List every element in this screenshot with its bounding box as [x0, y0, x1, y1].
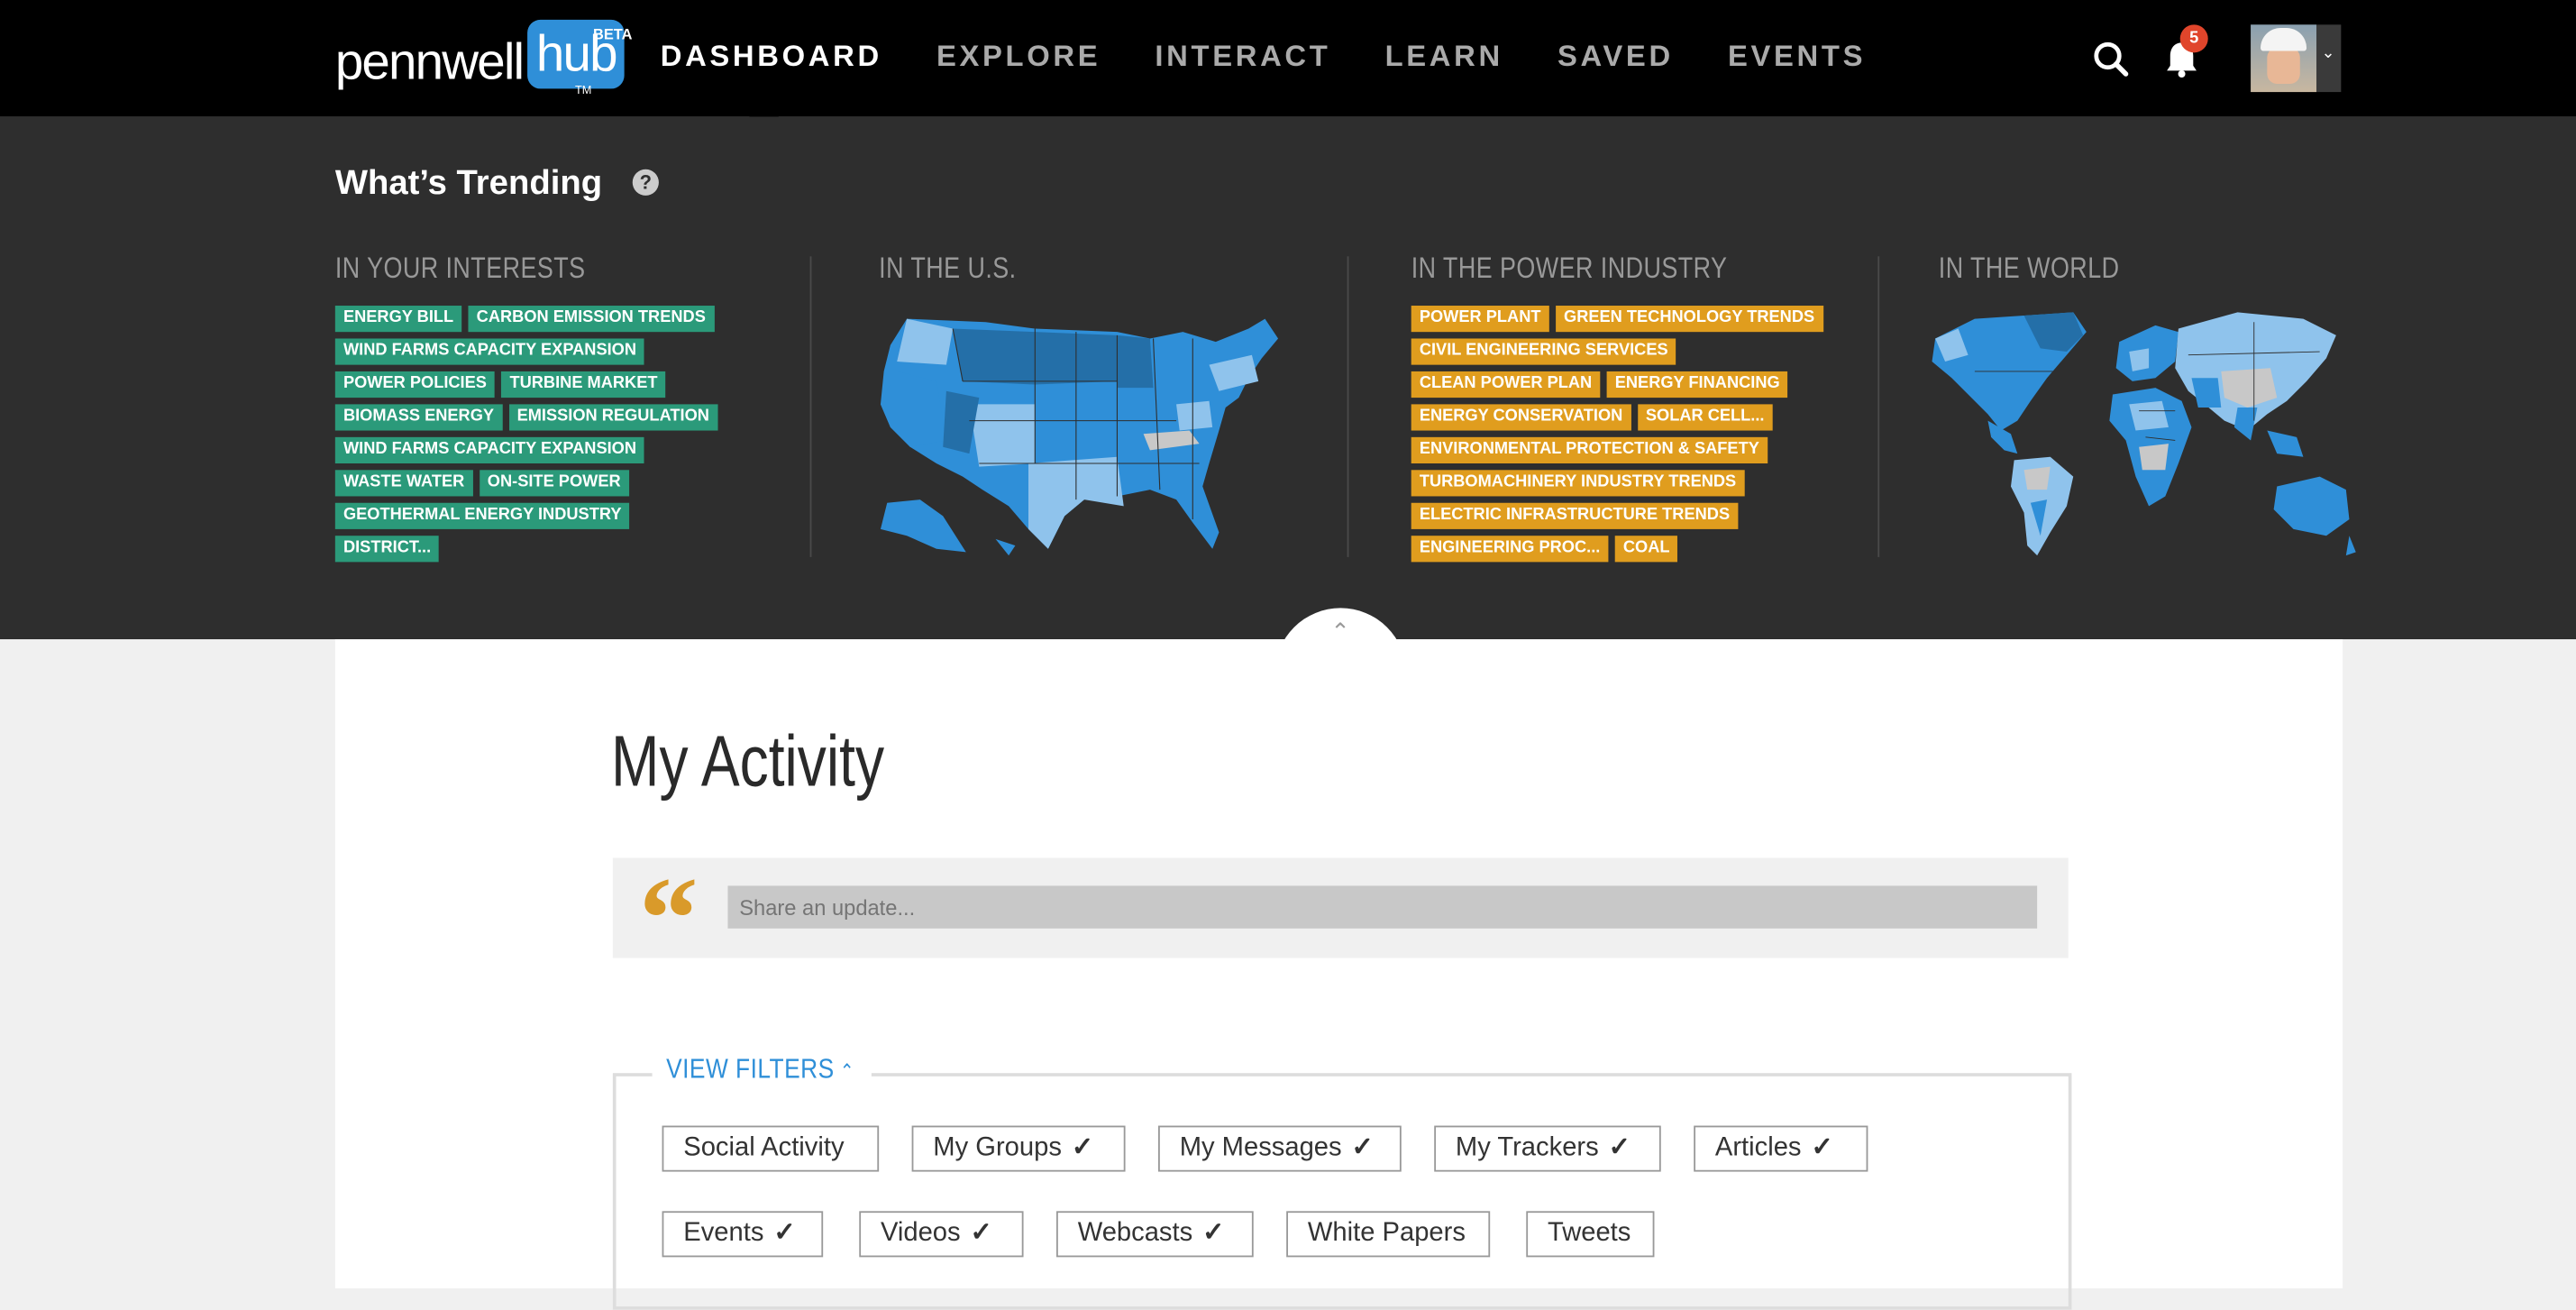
- interest-tag[interactable]: ON-SITE POWER: [479, 470, 629, 497]
- filter-tweets[interactable]: Tweets: [1526, 1211, 1655, 1258]
- beta-label: BETA: [592, 26, 633, 43]
- power-tag[interactable]: TURBOMACHINERY INDUSTRY TRENDS: [1411, 470, 1745, 497]
- page-title: My Activity: [611, 721, 885, 802]
- power-tag[interactable]: ENERGY FINANCING: [1606, 371, 1788, 398]
- divider: [809, 256, 812, 557]
- filter-label: Webcasts: [1077, 1219, 1193, 1248]
- divider: [1877, 256, 1880, 557]
- filter-label: Videos: [880, 1219, 961, 1248]
- power-tag[interactable]: ENVIRONMENTAL PROTECTION & SAFETY: [1411, 436, 1768, 464]
- chevron-up-icon: ⌃: [839, 1059, 854, 1084]
- nav-explore[interactable]: EXPLORE: [936, 40, 1101, 74]
- us-map[interactable]: [871, 306, 1284, 565]
- filter-label: Social Activity: [683, 1133, 845, 1162]
- share-update-input[interactable]: [727, 885, 2038, 929]
- power-tag[interactable]: SOLAR CELL...: [1637, 404, 1773, 431]
- filter-my-trackers[interactable]: My Trackers ✓: [1434, 1125, 1661, 1172]
- power-tag[interactable]: ELECTRIC INFRASTRUCTURE TRENDS: [1411, 502, 1739, 529]
- avatar: [2251, 24, 2317, 93]
- nav-learn[interactable]: LEARN: [1385, 40, 1503, 74]
- checkmark-icon: ✓: [1351, 1133, 1374, 1162]
- checkmark-icon: ✓: [970, 1219, 992, 1248]
- top-navigation-bar: pennwell hub BETA TM DASHBOARD EXPLORE I…: [0, 0, 2576, 117]
- col-interests-heading: IN YOUR INTERESTS: [334, 251, 586, 285]
- filter-social-activity[interactable]: Social Activity: [662, 1125, 880, 1172]
- interest-tag[interactable]: EMISSION REGULATION: [508, 404, 718, 431]
- main-nav: DASHBOARD EXPLORE INTERACT LEARN SAVED E…: [661, 40, 1921, 74]
- help-icon[interactable]: ?: [632, 169, 659, 196]
- filter-my-messages[interactable]: My Messages ✓: [1158, 1125, 1402, 1172]
- quote-icon: “: [639, 852, 699, 985]
- filter-my-groups[interactable]: My Groups ✓: [911, 1125, 1126, 1172]
- filters-panel: VIEW FILTERS ⌃ Social Activity My Groups ✓ M…: [612, 1053, 2072, 1310]
- share-update-box: “: [612, 853, 2069, 985]
- power-tag[interactable]: GREEN TECHNOLOGY TRENDS: [1555, 306, 1823, 333]
- filter-label: My Messages: [1179, 1133, 1342, 1162]
- filter-label: Tweets: [1547, 1219, 1631, 1248]
- main-content: My Activity “ VIEW FILTERS⌃ Social Activ…: [334, 639, 2343, 1310]
- interest-tag[interactable]: ENERGY BILL: [334, 306, 462, 333]
- trending-title: What’s Trending: [334, 164, 603, 203]
- power-tag[interactable]: ENGINEERING PROC...: [1411, 536, 1609, 563]
- world-map[interactable]: [1925, 306, 2362, 562]
- view-filters-label: VIEW FILTERS: [666, 1053, 835, 1085]
- power-tag[interactable]: COAL: [1614, 536, 1678, 563]
- nav-interact[interactable]: INTERACT: [1155, 40, 1330, 74]
- logo-text: pennwell: [334, 32, 525, 91]
- filter-label: Articles: [1714, 1133, 1802, 1162]
- interest-tag[interactable]: GEOTHERMAL ENERGY INDUSTRY: [334, 502, 630, 529]
- nav-events[interactable]: EVENTS: [1728, 40, 1866, 74]
- checkmark-icon: ✓: [1071, 1133, 1094, 1162]
- col-us-heading: IN THE U.S.: [879, 251, 1017, 285]
- power-tag[interactable]: ENERGY CONSERVATION: [1411, 404, 1631, 431]
- power-tag[interactable]: CIVIL ENGINEERING SERVICES: [1411, 338, 1676, 365]
- divider: [1347, 256, 1349, 557]
- filter-articles[interactable]: Articles ✓: [1694, 1125, 1868, 1172]
- nav-saved[interactable]: SAVED: [1557, 40, 1674, 74]
- view-filters-toggle[interactable]: VIEW FILTERS ⌃: [652, 1053, 872, 1086]
- filter-label: White Papers: [1307, 1219, 1466, 1248]
- checkmark-icon: ✓: [1811, 1133, 1833, 1162]
- interest-tag[interactable]: BIOMASS ENERGY: [334, 404, 503, 431]
- col-power-heading: IN THE POWER INDUSTRY: [1411, 251, 1728, 285]
- col-world-heading: IN THE WORLD: [1938, 251, 2120, 285]
- interest-tag[interactable]: DISTRICT...: [334, 536, 440, 563]
- checkmark-icon: ✓: [773, 1219, 796, 1248]
- interest-tags: ENERGY BILL CARBON EMISSION TRENDS WIND FA…: [334, 306, 729, 569]
- trademark-label: TM: [574, 85, 592, 97]
- interest-tag[interactable]: WIND FARMS CAPACITY EXPANSION: [334, 338, 645, 365]
- power-tag[interactable]: CLEAN POWER PLAN: [1411, 371, 1601, 398]
- filter-label: My Trackers: [1455, 1133, 1599, 1162]
- user-menu[interactable]: ⌄: [2251, 24, 2342, 93]
- interest-tag[interactable]: POWER POLICIES: [334, 371, 496, 398]
- checkmark-icon: ✓: [1608, 1133, 1631, 1162]
- chevron-down-icon: ⌄: [2321, 44, 2335, 63]
- filter-label: My Groups: [933, 1133, 1062, 1162]
- whats-trending-panel: What’s Trending ? IN YOUR INTERESTS ENER…: [0, 116, 2576, 640]
- interest-tag[interactable]: WIND FARMS CAPACITY EXPANSION: [334, 436, 645, 464]
- power-tag[interactable]: POWER PLANT: [1411, 306, 1549, 333]
- interest-tag[interactable]: CARBON EMISSION TRENDS: [468, 306, 714, 333]
- filter-webcasts[interactable]: Webcasts ✓: [1055, 1211, 1254, 1258]
- filter-events[interactable]: Events ✓: [662, 1211, 824, 1258]
- search-icon[interactable]: [2091, 40, 2131, 87]
- filter-label: Events: [683, 1219, 764, 1248]
- nav-dashboard[interactable]: DASHBOARD: [661, 40, 882, 74]
- interest-tag[interactable]: TURBINE MARKET: [501, 371, 666, 398]
- filter-videos[interactable]: Videos ✓: [859, 1211, 1024, 1258]
- notification-badge: 5: [2179, 24, 2208, 53]
- checkmark-icon: ✓: [1202, 1219, 1225, 1248]
- power-industry-tags: POWER PLANT GREEN TECHNOLOGY TRENDS CIVIL …: [1411, 306, 1839, 569]
- interest-tag[interactable]: WASTE WATER: [334, 470, 473, 497]
- filter-white-papers[interactable]: White Papers: [1286, 1211, 1491, 1258]
